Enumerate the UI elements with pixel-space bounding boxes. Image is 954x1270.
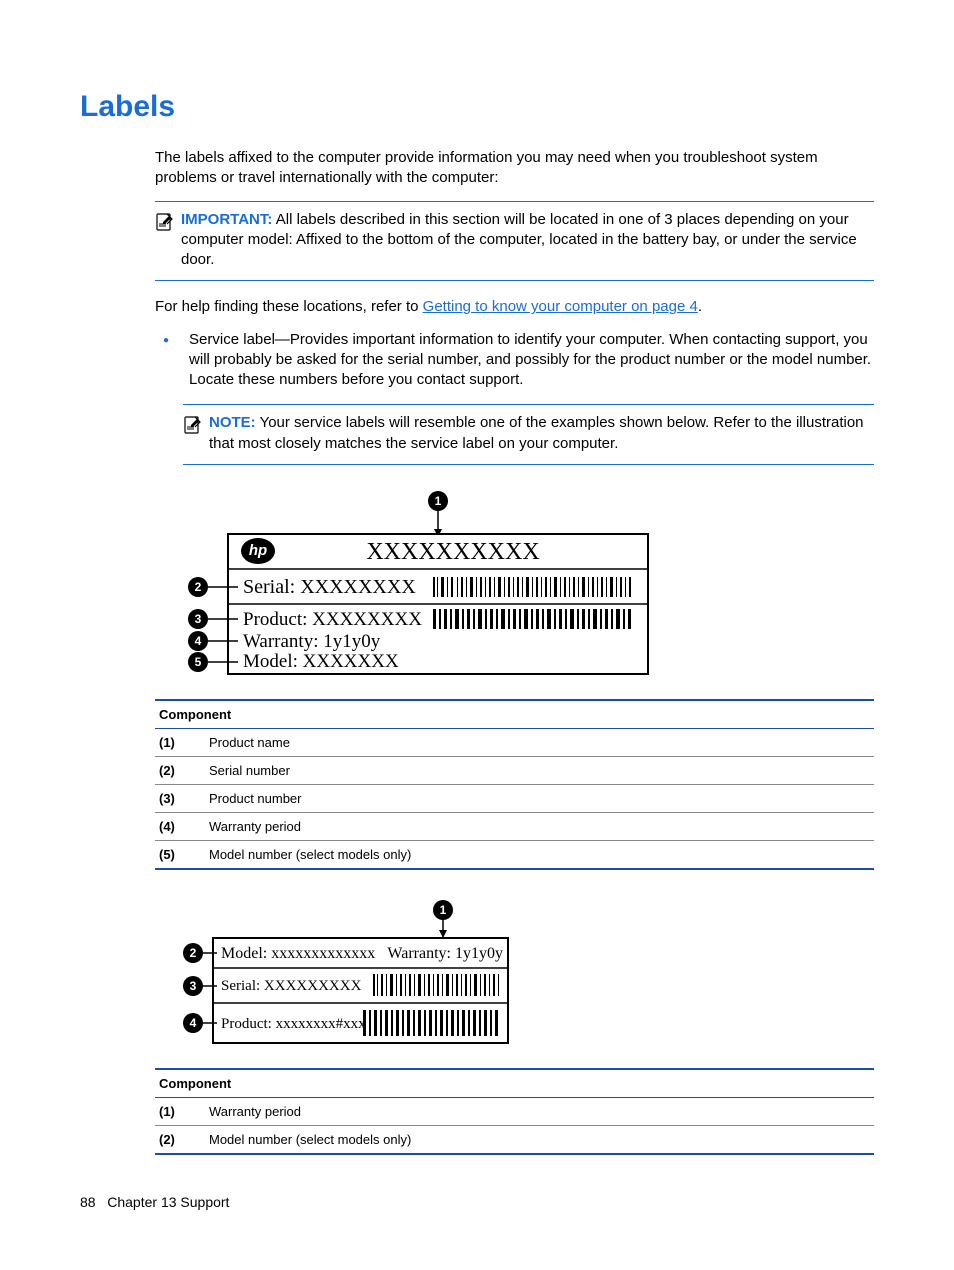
svg-text:3: 3 [195, 612, 202, 626]
note-label: NOTE: [209, 414, 256, 431]
svg-text:Model: xxxxxxxxxxxxx: Model: xxxxxxxxxxxxx [221, 945, 375, 962]
help-link[interactable]: Getting to know your computer on page 4 [423, 298, 698, 315]
svg-text:hp: hp [249, 542, 267, 559]
svg-text:Warranty: 1y1y0y: Warranty: 1y1y0y [387, 945, 503, 962]
component-table-1: Component (1)Product name (2)Serial numb… [155, 699, 874, 870]
svg-text:2: 2 [190, 946, 197, 960]
page-number: 88 [80, 1194, 96, 1210]
table-row: (4)Warranty period [155, 812, 874, 840]
svg-text:Product: XXXXXXXX: Product: XXXXXXXX [243, 609, 422, 630]
note-icon [155, 212, 175, 236]
page-footer: 88 Chapter 13 Support [80, 1194, 229, 1210]
table-row: (3)Product number [155, 784, 874, 812]
intro-paragraph: The labels affixed to the computer provi… [155, 148, 874, 189]
component-table-2: Component (1)Warranty period (2)Model nu… [155, 1068, 874, 1155]
table-header: Component [155, 700, 874, 729]
svg-text:1: 1 [440, 903, 447, 917]
table-row: (1)Product name [155, 728, 874, 756]
svg-text:Product: xxxxxxxx#xxx: Product: xxxxxxxx#xxx [221, 1016, 366, 1032]
table-row: (1)Warranty period [155, 1097, 874, 1125]
table-header: Component [155, 1069, 874, 1098]
table-row: (5)Model number (select models only) [155, 840, 874, 869]
table-row: (2)Serial number [155, 756, 874, 784]
service-label-bullet: Service label—Provides important informa… [189, 330, 874, 391]
svg-text:1: 1 [435, 494, 442, 508]
svg-text:Warranty: 1y1y0y: Warranty: 1y1y0y [243, 631, 381, 652]
help-suffix: . [698, 298, 702, 315]
svg-text:2: 2 [195, 580, 202, 594]
svg-text:4: 4 [190, 1016, 197, 1030]
table-row: (2)Model number (select models only) [155, 1125, 874, 1154]
chapter-label: Chapter 13 Support [107, 1194, 229, 1210]
help-paragraph: For help finding these locations, refer … [155, 297, 874, 317]
note-text: Your service labels will resemble one of… [209, 414, 864, 451]
important-callout: IMPORTANT: All labels described in this … [155, 201, 874, 282]
help-prefix: For help finding these locations, refer … [155, 298, 423, 315]
svg-text:XXXXXXXXXX: XXXXXXXXXX [366, 539, 539, 565]
important-label: IMPORTANT: [181, 211, 272, 228]
svg-text:Model: XXXXXXX: Model: XXXXXXX [243, 651, 399, 672]
service-label-diagram-1: 1 hp XXXXXXXXXX Serial: XXXXXXXX Product… [183, 481, 874, 693]
svg-text:4: 4 [195, 634, 202, 648]
svg-text:Serial: XXXXXXXX: Serial: XXXXXXXX [243, 576, 416, 598]
note-callout: NOTE: Your service labels will resemble … [183, 404, 874, 465]
service-label-diagram-2: 1 Model: xxxxxxxxxxxxx Warranty: 1y1y0y … [183, 890, 874, 1062]
note-icon [183, 415, 203, 439]
svg-text:Serial: XXXXXXXXX: Serial: XXXXXXXXX [221, 978, 362, 994]
important-text: All labels described in this section wil… [181, 211, 857, 269]
svg-text:3: 3 [190, 979, 197, 993]
svg-text:5: 5 [195, 655, 202, 669]
section-heading: Labels [80, 90, 874, 124]
